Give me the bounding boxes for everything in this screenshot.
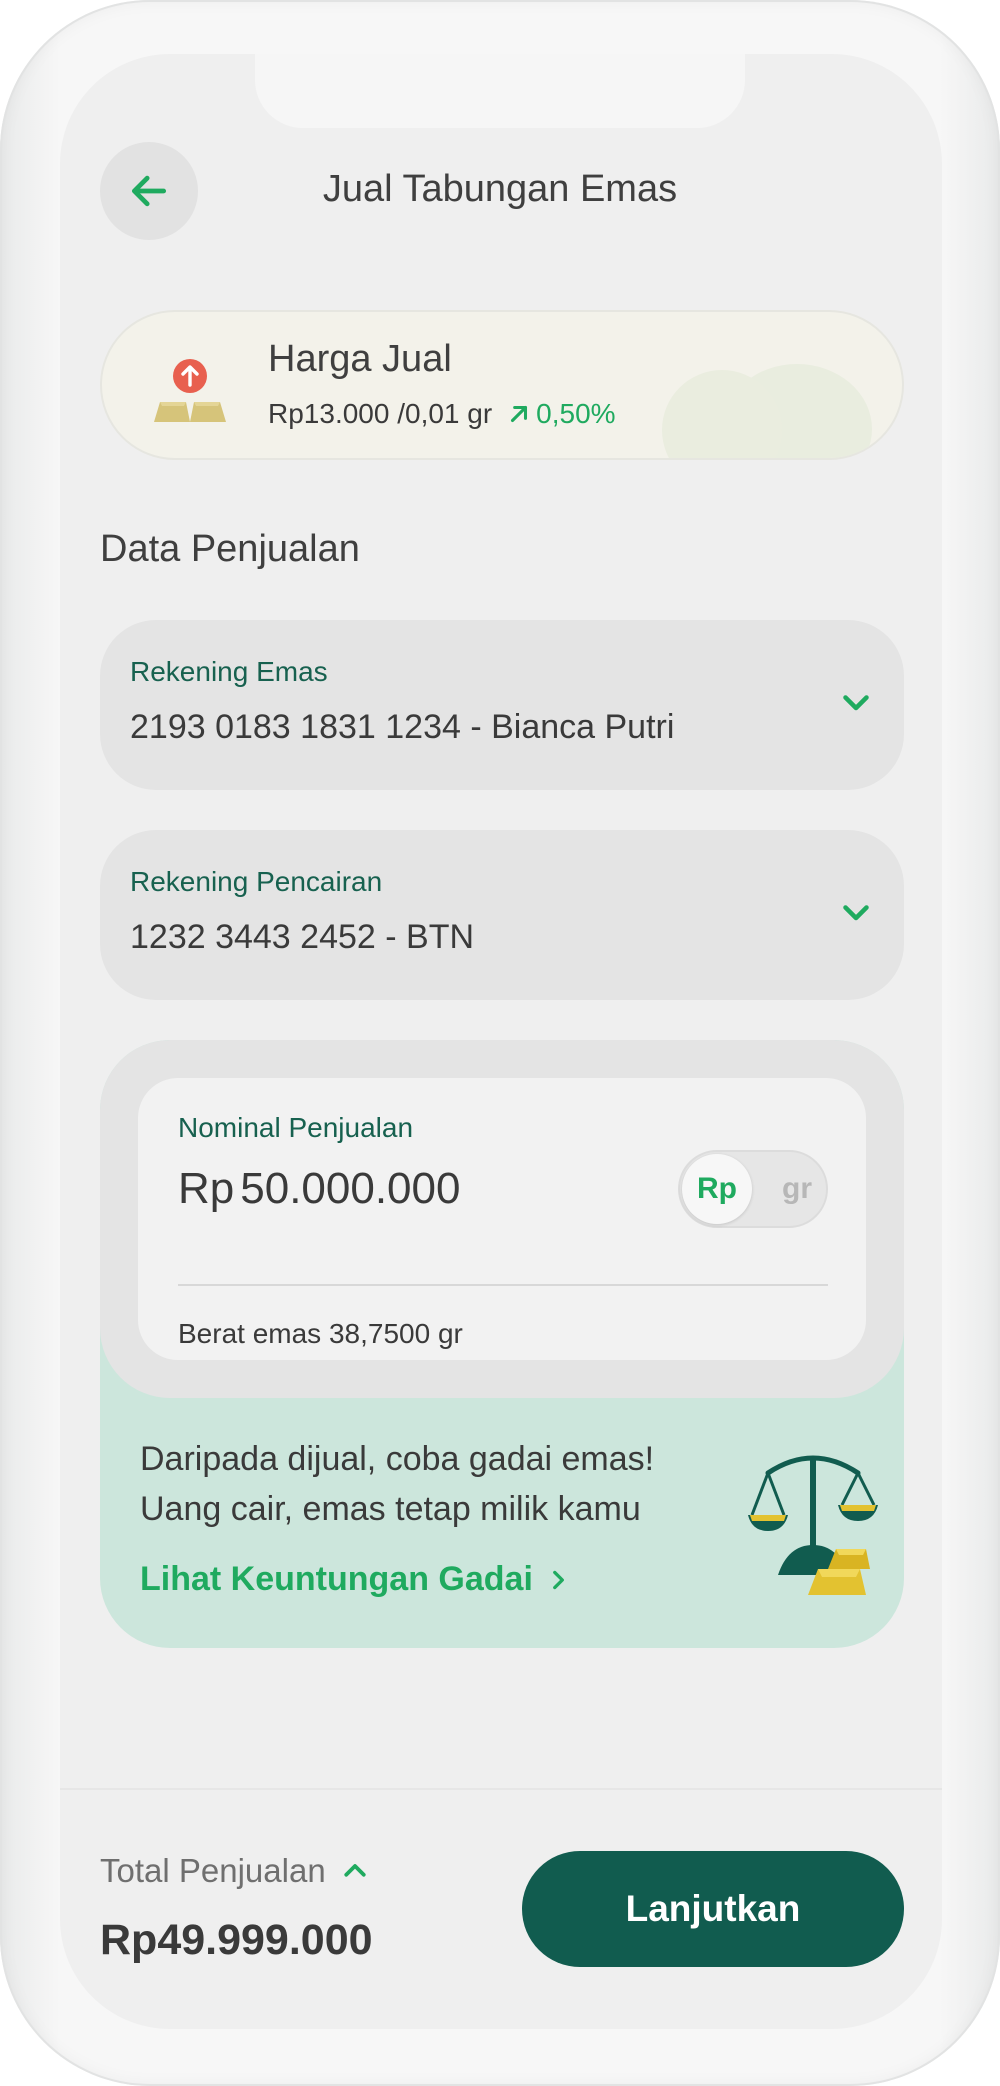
device-notch <box>255 54 745 128</box>
disbursement-account-dropdown[interactable]: Rekening Pencairan 1232 3443 2452 - BTN <box>100 830 904 1000</box>
link-label: Lihat Keuntungan Gadai <box>140 1560 533 1598</box>
nominal-card: Nominal Penjualan Rp 50.000.000 Rp gr Be… <box>100 1040 904 1398</box>
promo-headline: Daripada dijual, coba gadai emas! <box>140 1440 655 1478</box>
page-title: Jual Tabungan Emas <box>322 168 678 210</box>
footer-divider <box>60 1788 942 1790</box>
balance-scale-icon <box>748 1455 878 1595</box>
promo-subtext: Uang cair, emas tetap milik kamu <box>140 1490 641 1528</box>
chevron-right-icon <box>553 1570 564 1589</box>
chevron-up-icon <box>344 1864 366 1877</box>
section-title: Data Penjualan <box>100 528 360 570</box>
sell-price-card: Harga Jual Rp13.000 /0,01 gr 0,50% <box>100 310 904 460</box>
field-value: 1232 3443 2452 - BTN <box>130 918 475 956</box>
nominal-input-box: Nominal Penjualan Rp 50.000.000 Rp gr Be… <box>138 1078 866 1360</box>
nominal-label: Nominal Penjualan <box>178 1112 414 1143</box>
price-row: Rp13.000 /0,01 gr 0,50% <box>268 398 616 430</box>
field-label: Rekening Pencairan <box>130 866 383 897</box>
price-value: Rp13.000 /0,01 gr <box>268 398 493 429</box>
back-button[interactable] <box>100 142 198 240</box>
chevron-down-icon <box>843 695 869 711</box>
gold-bars-icon <box>154 359 226 422</box>
currency-prefix: Rp <box>178 1164 235 1213</box>
gold-weight-text: Berat emas 38,7500 gr <box>178 1318 463 1349</box>
gold-account-dropdown[interactable]: Rekening Emas 2193 0183 1831 1234 - Bian… <box>100 620 904 790</box>
unit-toggle[interactable]: Rp gr <box>678 1150 828 1228</box>
total-label: Total Penjualan <box>100 1852 326 1889</box>
field-label: Rekening Emas <box>130 656 328 687</box>
continue-button[interactable]: Lanjutkan <box>522 1851 904 1967</box>
price-change: 0,50% <box>506 398 616 430</box>
total-toggle[interactable]: Total Penjualan <box>100 1852 370 1890</box>
arrow-up-right-icon <box>511 405 528 423</box>
chevron-down-icon <box>843 905 869 921</box>
amount-value: 50.000.000 <box>240 1164 461 1213</box>
toggle-option-gr[interactable]: gr <box>782 1152 812 1226</box>
field-value: 2193 0183 1831 1234 - Bianca Putri <box>130 708 675 746</box>
arrow-left-icon <box>131 175 167 207</box>
price-title: Harga Jual <box>268 338 452 380</box>
promo-card: Nominal Penjualan Rp 50.000.000 Rp gr Be… <box>100 1040 904 1648</box>
total-value: Rp49.999.000 <box>100 1916 373 1964</box>
pawn-benefits-link[interactable]: Lihat Keuntungan Gadai <box>140 1560 571 1599</box>
divider <box>178 1284 828 1286</box>
toggle-option-rp[interactable]: Rp <box>682 1154 752 1224</box>
nominal-amount-input[interactable]: Rp 50.000.000 <box>178 1164 460 1214</box>
price-change-value: 0,50% <box>536 398 616 429</box>
